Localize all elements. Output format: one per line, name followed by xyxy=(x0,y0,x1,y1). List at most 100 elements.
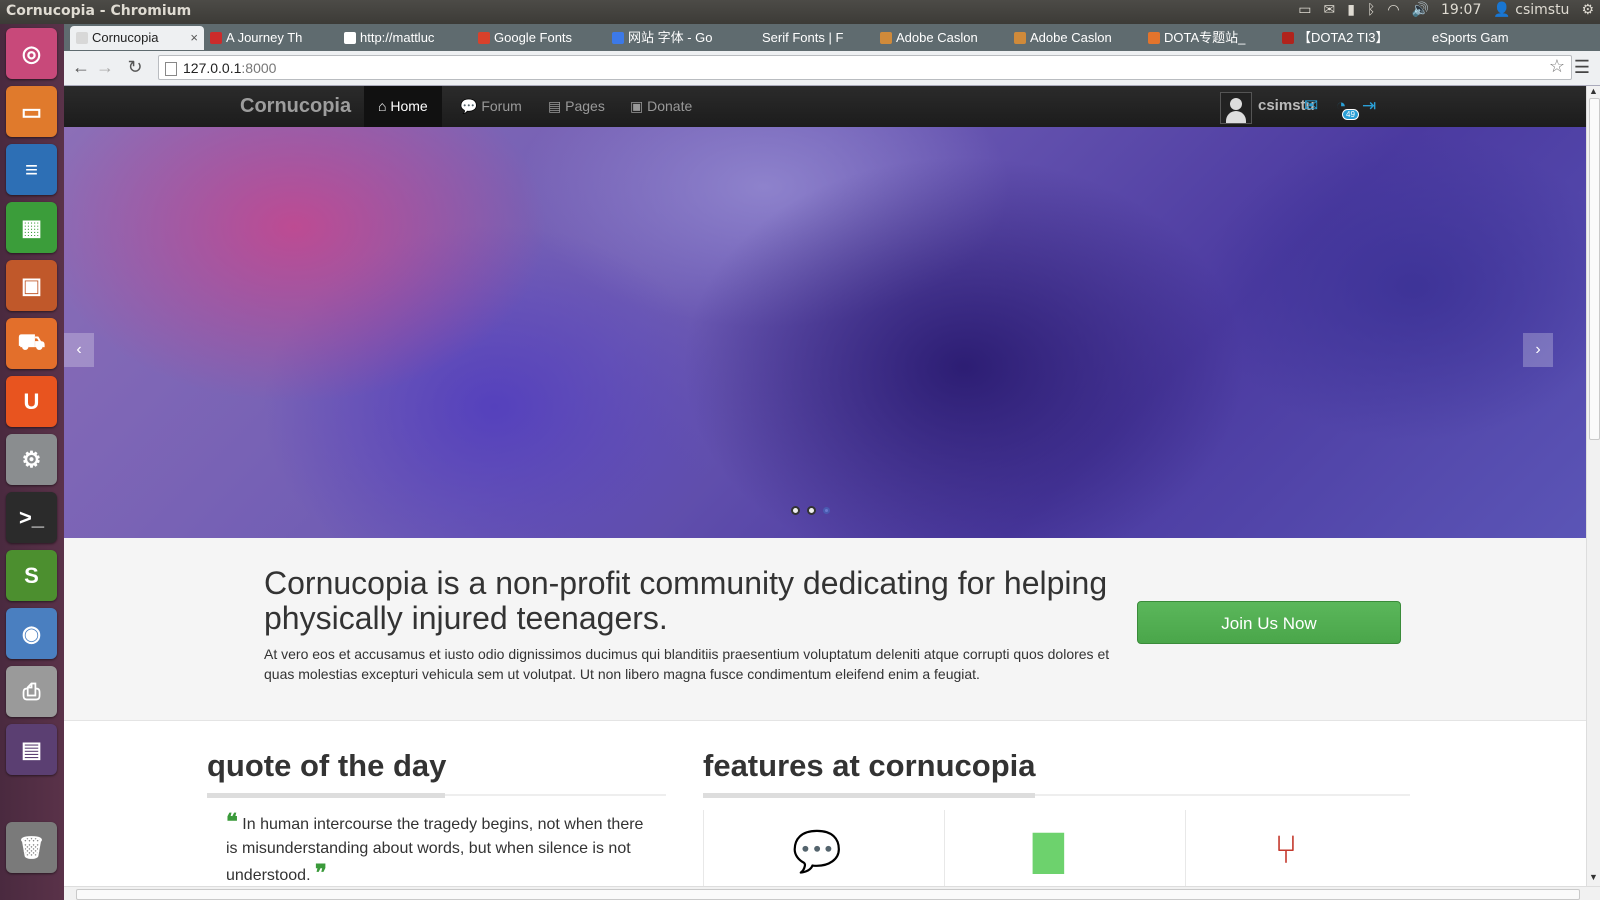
chat-bubbles-icon: 💬 xyxy=(792,830,842,874)
nav-item-donate[interactable]: ▣ Donate xyxy=(616,86,706,127)
window-title: Cornucopia - Chromium xyxy=(6,3,192,19)
browser-tab[interactable]: A Journey Th xyxy=(204,26,338,50)
tab-label: 【DOTA2 TI3】 xyxy=(1298,30,1389,45)
scroll-up-icon[interactable]: ▲ xyxy=(1587,86,1600,96)
bookmark-star-icon[interactable]: ☆ xyxy=(1549,56,1565,77)
bluetooth-icon[interactable]: ᛒ xyxy=(1367,2,1375,18)
favicon-icon xyxy=(1416,32,1428,44)
workspace-switcher-icon[interactable]: ▤ xyxy=(6,724,57,775)
tab-strip: Cornucopia × A Journey Th http://mattluc Goo… xyxy=(70,26,1544,52)
system-settings-icon[interactable]: ⚙ xyxy=(6,434,57,485)
home-icon: ⌂ xyxy=(378,98,391,114)
forward-button[interactable]: → xyxy=(94,56,116,78)
close-quote-icon: ❞ xyxy=(314,860,327,886)
browser-toolbar: ← → ↻ 127.0.0.1:8000 ☆ ☰ xyxy=(64,51,1600,86)
join-us-button[interactable]: Join Us Now xyxy=(1137,601,1401,644)
fork-icon: ⑂ xyxy=(1274,828,1298,872)
wifi-icon[interactable]: ◠ xyxy=(1387,2,1399,18)
vertical-scrollbar[interactable]: ▲ ▼ xyxy=(1586,86,1600,886)
carousel-indicator[interactable] xyxy=(791,506,800,515)
user-icon: 👤 xyxy=(1493,2,1511,18)
url-text[interactable]: 127.0.0.1:8000 xyxy=(183,60,276,76)
dash-home-icon[interactable]: ◎ xyxy=(6,28,57,79)
nav-item-pages[interactable]: ▤ Pages xyxy=(534,86,619,127)
nav-item-label: Donate xyxy=(647,98,693,114)
hero-text: At vero eos et accusamus et iusto odio d… xyxy=(264,646,1110,682)
mail-icon[interactable]: ✉ xyxy=(1323,2,1335,18)
address-bar[interactable]: 127.0.0.1:8000 ☆ xyxy=(158,55,1572,80)
feature-card: ⑂ xyxy=(1185,810,1410,886)
session-gear-icon[interactable]: ⚙ xyxy=(1581,2,1594,18)
chromium-icon[interactable]: ◉ xyxy=(6,608,57,659)
quote-text: In human intercourse the tragedy begins,… xyxy=(226,816,644,884)
browser-tab[interactable]: Cornucopia × xyxy=(70,26,204,50)
scroll-thumb[interactable] xyxy=(76,889,1580,900)
favicon-icon xyxy=(880,32,892,44)
volume-icon[interactable]: 🔊 xyxy=(1412,2,1429,18)
launcher: ◎ ▭ ≡ ▦ ▣ ⛟ U ⚙ >_ S ◉ ⎙ ▤ 🗑 xyxy=(0,24,64,900)
carousel-indicator[interactable] xyxy=(807,506,816,515)
carousel-indicators xyxy=(791,506,830,515)
site-brand[interactable]: Cornucopia xyxy=(240,95,351,118)
keyboard-icon[interactable]: ▭ xyxy=(1298,2,1311,18)
tab-label: http://mattluc xyxy=(360,30,435,45)
feature-card: 💬 xyxy=(703,810,928,886)
scanner-icon[interactable]: ⎙ xyxy=(6,666,57,717)
browser-tab[interactable]: http://mattluc xyxy=(338,26,472,50)
browser-tab[interactable]: 【DOTA2 TI3】 xyxy=(1276,26,1410,50)
horizontal-scrollbar[interactable] xyxy=(64,886,1600,900)
reload-button[interactable]: ↻ xyxy=(124,56,146,78)
terminal-icon[interactable]: >_ xyxy=(6,492,57,543)
dashboard-icon[interactable]: ◔ xyxy=(1336,96,1346,116)
trash-icon[interactable]: 🗑 xyxy=(6,822,57,873)
site-navbar: Cornucopia ⌂ Home 💬 Forum ▤ Pages ▣ Donate … xyxy=(64,86,1586,127)
tab-label: Adobe Caslon xyxy=(896,30,978,45)
favicon-icon xyxy=(612,32,624,44)
features-section-title: features at cornucopia xyxy=(703,748,1036,783)
browser-tab[interactable]: DOTA专题站_ xyxy=(1142,26,1276,50)
favicon-icon xyxy=(76,32,88,44)
divider xyxy=(703,793,1035,798)
calc-icon[interactable]: ▦ xyxy=(6,202,57,253)
ubuntu-one-icon[interactable]: U xyxy=(6,376,57,427)
browser-tab[interactable]: Adobe Caslon xyxy=(1008,26,1142,50)
messages-icon[interactable]: ✉ xyxy=(1304,96,1318,116)
battery-icon[interactable]: ▮ xyxy=(1347,2,1355,18)
logout-icon[interactable]: ⇥ xyxy=(1362,96,1376,116)
favicon-icon xyxy=(344,32,356,44)
sublime-icon[interactable]: S xyxy=(6,550,57,601)
user-menu[interactable]: 👤 csimstu xyxy=(1493,2,1569,18)
pages-icon: ▤ xyxy=(548,98,566,114)
tab-label: DOTA专题站_ xyxy=(1164,30,1246,45)
avatar[interactable] xyxy=(1220,92,1252,124)
nav-item-label: Home xyxy=(390,98,428,114)
browser-tab[interactable]: eSports Gam xyxy=(1410,26,1544,50)
nav-item-home[interactable]: ⌂ Home xyxy=(364,86,442,127)
carousel: ‹ › xyxy=(64,127,1586,538)
quote-of-the-day: ❝ In human intercourse the tragedy begin… xyxy=(226,810,646,886)
browser-tab[interactable]: 网站 字体 - Go xyxy=(606,26,740,50)
browser-tab[interactable]: Serif Fonts | F xyxy=(740,26,874,50)
back-button[interactable]: ← xyxy=(70,56,92,78)
close-tab-icon[interactable]: × xyxy=(190,26,198,50)
browser-menu-icon[interactable]: ☰ xyxy=(1574,57,1590,78)
scroll-down-icon[interactable]: ▼ xyxy=(1587,872,1600,882)
favicon-icon xyxy=(478,32,490,44)
carousel-next-button[interactable]: › xyxy=(1523,333,1553,367)
clock[interactable]: 19:07 xyxy=(1441,2,1481,18)
browser-tab[interactable]: Google Fonts xyxy=(472,26,606,50)
files-icon[interactable]: ▭ xyxy=(6,86,57,137)
carousel-indicator[interactable] xyxy=(823,507,830,514)
system-tray: ▭ ✉ ▮ ᛒ ◠ 🔊 19:07 👤 csimstu ⚙ xyxy=(1298,2,1594,18)
forum-icon: 💬 xyxy=(460,98,482,114)
writer-icon[interactable]: ≡ xyxy=(6,144,57,195)
donate-icon: ▣ xyxy=(630,98,648,114)
impress-icon[interactable]: ▣ xyxy=(6,260,57,311)
open-quote-icon: ❝ xyxy=(226,809,238,835)
nav-item-forum[interactable]: 💬 Forum xyxy=(446,86,536,127)
browser-tab[interactable]: Adobe Caslon xyxy=(874,26,1008,50)
scroll-thumb[interactable] xyxy=(1589,98,1600,440)
carousel-prev-button[interactable]: ‹ xyxy=(64,333,94,367)
tab-label: Cornucopia xyxy=(92,30,159,45)
software-center-icon[interactable]: ⛟ xyxy=(6,318,57,369)
